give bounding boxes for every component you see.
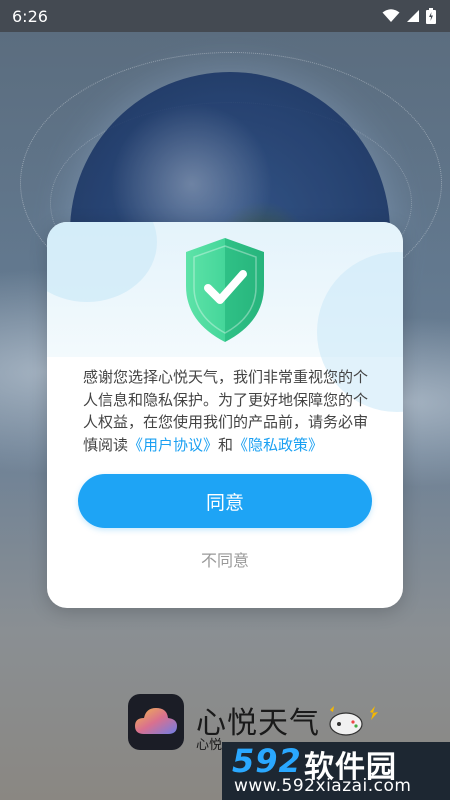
privacy-policy-link[interactable]: 《隐私政策》 (233, 436, 323, 453)
app-subtitle: 心悦 (196, 738, 223, 753)
wifi-icon (382, 9, 400, 23)
game-controller-icon (326, 704, 382, 742)
privacy-text-and: 和 (218, 435, 234, 453)
watermark-url: www.592xiazai.com (234, 776, 412, 796)
battery-icon (426, 8, 436, 24)
disagree-button[interactable]: 不同意 (175, 545, 275, 573)
privacy-text: 感谢您选择心悦天气，我们非常重视您的个人信息和隐私保护。为了更好地保障您的个人权… (83, 366, 373, 452)
status-bar: 6:26 (0, 0, 450, 32)
signal-icon (406, 9, 420, 23)
app-logo (128, 694, 184, 750)
shield-check-icon (182, 236, 268, 348)
privacy-dialog: 感谢您选择心悦天气，我们非常重视您的个人信息和隐私保护。为了更好地保障您的个人权… (47, 222, 403, 608)
watermark-number: 592 (232, 742, 302, 780)
agree-button[interactable]: 同意 (78, 474, 372, 528)
cloud-logo-icon (134, 704, 178, 740)
status-icons (382, 8, 436, 24)
user-agreement-link[interactable]: 《用户协议》 (128, 436, 218, 453)
status-time: 6:26 (12, 6, 48, 26)
privacy-text-scroll[interactable]: 感谢您选择心悦天气，我们非常重视您的个人信息和隐私保护。为了更好地保障您的个人权… (83, 366, 373, 452)
